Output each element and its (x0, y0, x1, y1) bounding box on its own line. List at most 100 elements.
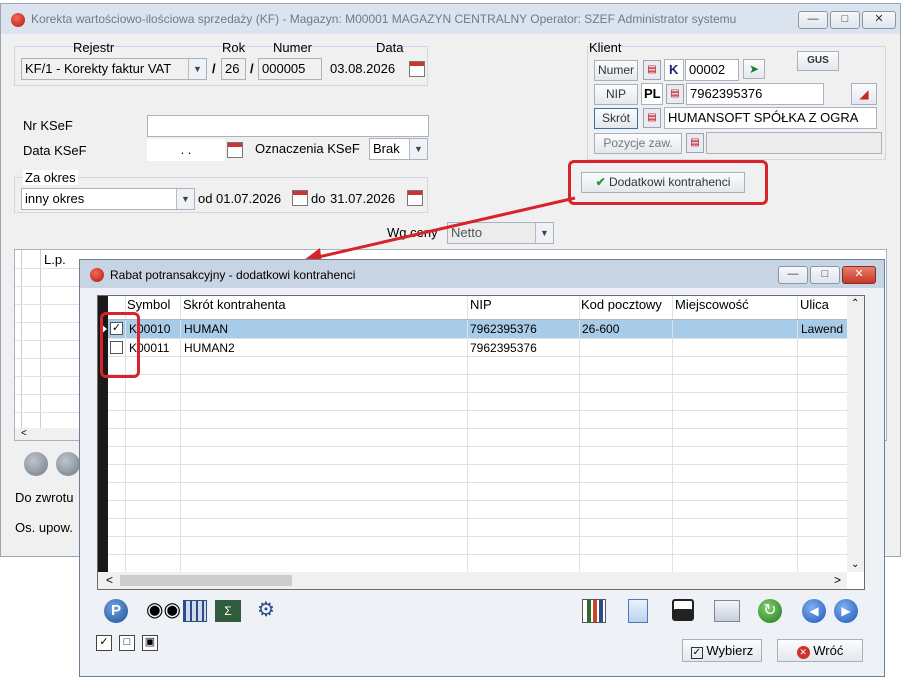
oznaczenia-value: Brak (373, 141, 400, 156)
wybierz-check-icon: ✓ (690, 647, 703, 659)
oznaczenia-label: Oznaczenia KSeF (255, 141, 360, 156)
skrot-lock-icon[interactable]: ▤ (643, 108, 661, 128)
rejestr-select[interactable]: KF/1 - Korekty faktur VAT ▼ (21, 58, 207, 80)
data-ksef-field[interactable]: . . (147, 139, 225, 161)
okres-select[interactable]: inny okres ▼ (21, 188, 195, 210)
od-value[interactable]: 01.07.2026 (216, 191, 281, 206)
klient-label: Klient (589, 40, 622, 55)
col-header-ulica[interactable]: Ulica (800, 297, 829, 312)
za-okres-label: Za okres (23, 170, 78, 185)
close-button[interactable]: ✕ (862, 11, 896, 29)
wroc-button[interactable]: ✕ Wróć (777, 639, 863, 662)
grid-row-line (108, 428, 848, 429)
klient-numer-lock-icon[interactable]: ▤ (643, 60, 661, 80)
app-icon (11, 13, 25, 27)
data-label: Data (376, 40, 404, 55)
dialog-titlebar: Rabat potransakcyjny - dodatkowi kontrah… (80, 260, 884, 288)
col-header-miejscowosc[interactable]: Miejscowość (675, 297, 749, 312)
pointer-arrow (304, 196, 576, 264)
skrot-field[interactable]: HUMANSOFT SPÓŁKA Z OGRA (664, 107, 877, 129)
document-icon[interactable] (628, 599, 648, 623)
nip-lock-icon[interactable]: ▤ (666, 84, 684, 104)
main-grid-row (15, 304, 81, 305)
deselect-all-icon[interactable]: □ (119, 635, 135, 651)
save-icon[interactable] (672, 599, 694, 621)
table-cell-nip[interactable]: 7962395376 (470, 341, 537, 355)
scroll-left-icon[interactable]: < (106, 573, 113, 587)
nr-ksef-field[interactable] (147, 115, 429, 137)
p-button[interactable]: P (104, 599, 128, 623)
numer-field[interactable]: 000005 (258, 58, 322, 80)
scroll-thumb[interactable] (120, 575, 292, 586)
skrot-button[interactable]: Skrót (594, 108, 638, 129)
grid-row-line (108, 374, 848, 375)
main-hscrollbar[interactable]: < (15, 428, 81, 440)
remove-item-icon[interactable] (56, 452, 80, 476)
klient-numer-field[interactable]: 00002 (685, 59, 739, 81)
table-cell-ulica[interactable]: Lawend (801, 322, 847, 336)
main-grid-row (15, 340, 81, 341)
table-cell-skrot[interactable]: HUMAN (184, 322, 228, 336)
main-grid-row (15, 376, 81, 377)
calendar-icon[interactable] (409, 61, 425, 77)
col-header-symbol[interactable]: Symbol (127, 297, 170, 312)
dodatkowi-kontrahenci-button[interactable]: ✔ Dodatkowi kontrahenci (581, 172, 745, 193)
chart-icon[interactable]: ◢ (851, 83, 877, 105)
nip-button[interactable]: NIP (594, 84, 638, 105)
rok-field[interactable]: 26 (221, 58, 246, 80)
pozycje-lock-icon[interactable]: ▤ (686, 133, 704, 153)
rejestr-label: Rejestr (73, 40, 115, 55)
gus-label: GUS (807, 55, 829, 66)
dialog-close-button[interactable]: ✕ (842, 266, 876, 284)
vertical-scrollbar[interactable]: ⌃ ⌄ (847, 296, 864, 572)
maximize-button[interactable]: □ (830, 11, 860, 29)
sum-icon[interactable]: Σ (215, 600, 241, 622)
table-cell-kod[interactable]: 26-600 (582, 322, 619, 336)
dodatkowi-label: Dodatkowi kontrahenci (609, 175, 731, 189)
nr-ksef-label: Nr KSeF (23, 118, 73, 133)
klient-numer-button[interactable]: Numer (594, 60, 638, 81)
report-icon[interactable] (582, 599, 606, 623)
pozycje-field[interactable] (706, 132, 882, 154)
dialog-maximize-button[interactable]: □ (810, 266, 840, 284)
table-cell-skrot[interactable]: HUMAN2 (184, 341, 235, 355)
minimize-button[interactable]: — (798, 11, 828, 29)
wybierz-label: Wybierz (706, 643, 754, 658)
scroll-up-icon[interactable]: ⌃ (851, 298, 859, 309)
wroc-icon: ✕ (796, 646, 810, 659)
oznaczenia-select[interactable]: Brak ▼ (369, 138, 428, 160)
horizontal-scrollbar[interactable]: < > (98, 572, 847, 589)
filter-grid-icon[interactable] (183, 600, 207, 622)
select-all-icon[interactable]: ✓ (96, 635, 112, 651)
gus-button[interactable]: GUS (797, 51, 839, 71)
grid-row-line (108, 536, 848, 537)
dialog-title: Rabat potransakcyjny - dodatkowi kontrah… (110, 268, 356, 282)
os-upow-label: Os. upow. (15, 520, 73, 535)
previous-icon[interactable]: ◀ (802, 599, 826, 623)
chevron-down-icon: ▼ (188, 59, 206, 79)
scroll-right-icon[interactable]: > (834, 573, 841, 587)
dialog-minimize-button[interactable]: — (778, 266, 808, 284)
scroll-down-icon[interactable]: ⌄ (851, 559, 859, 570)
pozycje-button[interactable]: Pozycje zaw. (594, 133, 682, 154)
col-header-nip[interactable]: NIP (470, 297, 492, 312)
grid-row-line (108, 446, 848, 447)
table-cell-nip[interactable]: 7962395376 (470, 322, 537, 336)
refresh-icon[interactable]: ↻ (758, 599, 782, 623)
invert-selection-icon[interactable]: ▣ (142, 635, 158, 651)
add-item-icon[interactable] (24, 452, 48, 476)
col-header-skrot[interactable]: Skrót kontrahenta (183, 297, 286, 312)
refresh-link-icon[interactable]: ➤ (743, 59, 765, 79)
data-ksef-calendar-icon[interactable] (227, 142, 243, 158)
copy-windows-icon[interactable] (714, 600, 740, 622)
grid-row-line (108, 410, 848, 411)
settings-gears-icon[interactable]: ⚙ (257, 598, 285, 624)
kontrahenci-grid[interactable] (97, 295, 865, 590)
nip-field[interactable]: 7962395376 (686, 83, 824, 105)
col-header-kod[interactable]: Kod pocztowy (581, 297, 662, 312)
grid-row-line (108, 464, 848, 465)
rejestr-value: KF/1 - Korekty faktur VAT (25, 61, 172, 76)
binoculars-icon[interactable]: ◉◉ (146, 600, 181, 622)
wybierz-button[interactable]: ✓ Wybierz (682, 639, 762, 662)
next-icon[interactable]: ▶ (834, 599, 858, 623)
